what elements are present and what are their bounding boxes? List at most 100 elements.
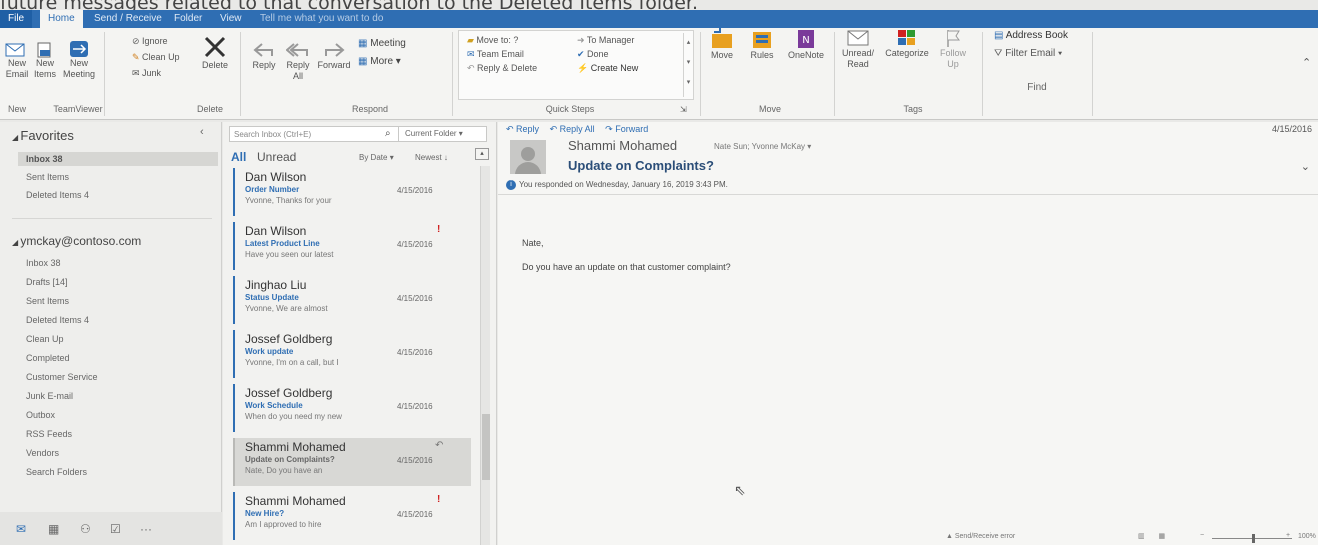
onenote-button[interactable]: N OneNote xyxy=(786,28,826,61)
reading-forward-button[interactable]: ↷ Forward xyxy=(605,124,648,134)
message-date: 4/15/2016 xyxy=(397,510,433,519)
zoom-out-icon[interactable]: − xyxy=(1200,532,1204,539)
new-meeting-label: New Meeting xyxy=(62,58,96,79)
reply-button[interactable]: Reply xyxy=(248,40,280,71)
tab-view[interactable]: View xyxy=(212,10,250,28)
ignore-button[interactable]: ⊘ Ignore xyxy=(132,36,168,47)
message-list-scrollbar[interactable] xyxy=(480,166,490,545)
meeting-icon: ▦ xyxy=(358,38,371,49)
scrollbar-thumb[interactable] xyxy=(482,414,490,480)
new-items-button[interactable]: New Items xyxy=(32,42,58,80)
ignore-label: Ignore xyxy=(142,36,168,46)
qs-team-email[interactable]: ✉ Team Email xyxy=(467,49,524,60)
list-item[interactable]: Dan Wilson Order Number Yvonne, Thanks f… xyxy=(233,168,471,216)
tab-folder[interactable]: Folder xyxy=(166,10,210,28)
new-email-button[interactable]: New Email xyxy=(4,42,28,80)
folder-fav-inbox[interactable]: Inbox 38 xyxy=(18,152,218,166)
tasks-icon[interactable]: ☑ xyxy=(110,522,121,536)
mail-icon[interactable]: ✉ xyxy=(16,522,26,536)
sort-by-date[interactable]: By Date ▾ xyxy=(359,153,394,162)
unread-read-label: Unread/ Read xyxy=(841,48,875,69)
filter-email-button[interactable]: ⛛ Filter Email ▾ xyxy=(994,48,1062,59)
forward-button[interactable]: Forward xyxy=(316,40,352,71)
folder-deleted[interactable]: Deleted Items 4 xyxy=(26,313,89,327)
folder-vendors[interactable]: Vendors xyxy=(26,446,59,460)
folder-search[interactable]: Search Folders xyxy=(26,465,87,479)
address-book-button[interactable]: ▤ Address Book xyxy=(994,30,1068,41)
folder-fav-deleted[interactable]: Deleted Items 4 xyxy=(26,188,89,202)
meeting-button[interactable]: ▦ Meeting xyxy=(358,38,406,49)
folder-completed[interactable]: Completed xyxy=(26,351,70,365)
received-date: 4/15/2016 xyxy=(1271,124,1312,134)
folder-rss[interactable]: RSS Feeds xyxy=(26,427,72,441)
qs-done[interactable]: ✔ Done xyxy=(577,49,609,60)
group-teamviewer-label: TeamViewer xyxy=(53,104,103,114)
qs-move-to[interactable]: ▰ Move to: ? xyxy=(467,35,518,46)
quick-steps-scroll[interactable]: ▴ ▾ ▾ xyxy=(683,33,693,97)
info-bar[interactable]: i You responded on Wednesday, January 16,… xyxy=(506,180,728,190)
new-meeting-button[interactable]: New Meeting xyxy=(62,40,96,80)
tab-file[interactable]: File xyxy=(0,10,33,28)
reading-reply-all-button[interactable]: ↶ Reply All xyxy=(550,124,595,134)
folder-clean-up[interactable]: Clean Up xyxy=(26,332,64,346)
calendar-icon[interactable]: ▦ xyxy=(48,522,59,536)
account-header[interactable]: ◢ ymckay@contoso.com xyxy=(12,234,141,248)
collapse-ribbon-icon[interactable]: ⌃ xyxy=(1302,58,1311,69)
qs-reply-delete[interactable]: ↶ Reply & Delete xyxy=(467,63,537,74)
quick-steps-launcher[interactable]: ⇲ xyxy=(680,104,687,115)
list-item-selected[interactable]: Shammi Mohamed ↶ Update on Complaints? N… xyxy=(233,438,471,486)
folder-customer-service[interactable]: Customer Service xyxy=(26,370,98,384)
folder-fav-sent[interactable]: Sent Items xyxy=(26,170,69,184)
create-new-icon: ⚡ xyxy=(577,63,591,73)
junk-button[interactable]: ✉ Junk xyxy=(132,68,161,79)
folder-inbox[interactable]: Inbox 38 xyxy=(26,256,61,270)
people-icon[interactable]: ⚇ xyxy=(80,522,91,536)
view-buttons[interactable]: ▥ ▦ xyxy=(1138,532,1171,540)
qs-to-manager[interactable]: ➜ To Manager xyxy=(577,35,634,46)
minimize-folder-pane-icon[interactable]: ‹ xyxy=(200,126,204,138)
move-button[interactable]: Move xyxy=(706,28,738,61)
categorize-button[interactable]: Categorize xyxy=(882,28,932,59)
folder-junk[interactable]: Junk E-mail xyxy=(26,389,73,403)
search-input[interactable]: Search Inbox (Ctrl+E) xyxy=(234,130,311,139)
zoom-in-icon[interactable]: + xyxy=(1286,532,1290,539)
rules-button[interactable]: Rules xyxy=(746,28,778,61)
folder-drafts[interactable]: Drafts [14] xyxy=(26,275,68,289)
search-scope-dropdown[interactable]: Current Folder ▾ xyxy=(398,127,486,141)
qs-create-new[interactable]: ⚡ Create New xyxy=(577,63,638,74)
info-icon: i xyxy=(506,180,516,190)
expand-header-icon[interactable]: ⌄ xyxy=(1301,160,1310,173)
group-move-label: Move xyxy=(758,104,781,114)
filter-unread[interactable]: Unread xyxy=(257,150,296,164)
importance-icon: ! xyxy=(437,494,441,505)
sender-name[interactable]: Shammi Mohamed xyxy=(568,138,677,153)
delete-button[interactable]: Delete xyxy=(198,34,232,71)
folder-outbox[interactable]: Outbox xyxy=(26,408,55,422)
more-nav-icon[interactable]: ··· xyxy=(140,522,152,536)
favorites-header[interactable]: ◢ Favorites xyxy=(12,128,74,143)
more-button[interactable]: ▦ More ▾ xyxy=(358,56,401,67)
reading-reply-button[interactable]: ↶ Reply xyxy=(506,124,539,134)
clean-up-button[interactable]: ✎ Clean Up xyxy=(132,52,180,63)
search-icon[interactable]: ⌕ xyxy=(385,128,391,139)
status-text[interactable]: ▲ Send/Receive error xyxy=(946,533,1015,540)
list-item[interactable]: Dan Wilson ! Latest Product Line Have yo… xyxy=(233,222,471,270)
tab-send-receive[interactable]: Send / Receive xyxy=(86,10,170,28)
ribbon-tab-bar: File Home Send / Receive Folder View Tel… xyxy=(0,10,1318,28)
sort-order[interactable]: Newest ↓ xyxy=(415,153,448,162)
scroll-up-arrow-icon[interactable]: ▴ xyxy=(475,148,489,160)
list-item[interactable]: Jinghao Liu Status Update Yvonne, We are… xyxy=(233,276,471,324)
folder-sent[interactable]: Sent Items xyxy=(26,294,69,308)
zoom-slider-knob[interactable] xyxy=(1252,534,1255,543)
more-icon: ▦ xyxy=(358,56,371,67)
list-item[interactable]: Jossef Goldberg Work update Yvonne, I'm … xyxy=(233,330,471,378)
tab-home[interactable]: Home xyxy=(40,10,83,28)
list-item[interactable]: Jossef Goldberg Work Schedule When do yo… xyxy=(233,384,471,432)
follow-up-button[interactable]: Follow Up xyxy=(936,28,970,70)
tell-me-box[interactable]: Tell me what you want to do xyxy=(252,10,391,28)
filter-all[interactable]: All xyxy=(231,150,246,164)
reply-all-button[interactable]: Reply All xyxy=(282,40,314,82)
list-item[interactable]: Shammi Mohamed ! New Hire? Am I approved… xyxy=(233,492,471,540)
search-box[interactable]: Search Inbox (Ctrl+E) ⌕ Current Folder ▾ xyxy=(229,126,487,142)
unread-read-button[interactable]: Unread/ Read xyxy=(840,28,876,70)
